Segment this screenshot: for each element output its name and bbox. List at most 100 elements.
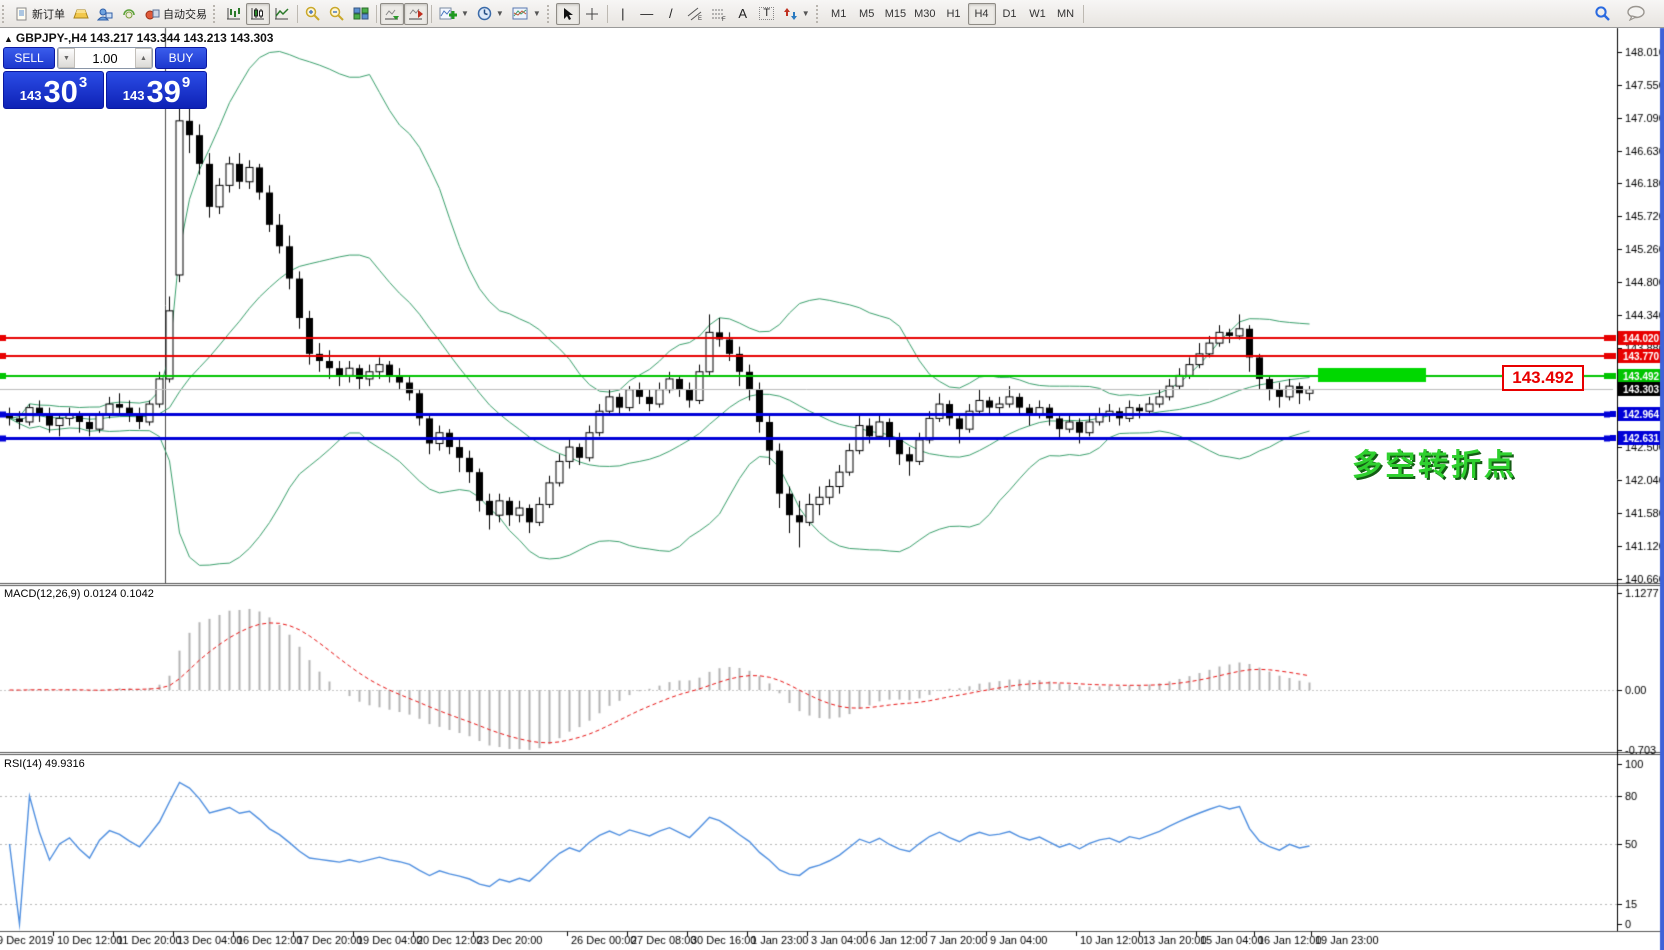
- one-click-trading-panel: SELL ▼ 1.00 ▲ BUY 143303 143399: [3, 47, 207, 109]
- new-order-icon: [15, 7, 29, 21]
- text-tool-icon: A: [738, 7, 747, 20]
- toolbar-right-icons: [1590, 2, 1650, 24]
- toolbar-separator: [1083, 5, 1084, 23]
- sell-price-sup: 3: [79, 74, 87, 91]
- text-tool-button[interactable]: A: [731, 3, 755, 25]
- tf-button-D1[interactable]: D1: [996, 3, 1024, 25]
- toolbar-grip: [213, 5, 220, 23]
- svg-text:F: F: [722, 17, 726, 21]
- periods-button[interactable]: ▼: [473, 3, 508, 25]
- chat-button[interactable]: [1623, 2, 1650, 24]
- vertical-line-tool-button[interactable]: |: [611, 3, 635, 25]
- toolbar-separator: [376, 5, 377, 23]
- collapse-triangle-icon[interactable]: ▲: [4, 34, 13, 44]
- market-button[interactable]: [69, 3, 93, 25]
- tf-button-M30[interactable]: M30: [910, 3, 939, 25]
- chart-shift-button[interactable]: [404, 3, 428, 25]
- dropdown-arrow-icon: ▼: [461, 9, 469, 18]
- tf-button-M5[interactable]: M5: [853, 3, 881, 25]
- line-chart-button[interactable]: [270, 3, 294, 25]
- new-order-button[interactable]: 新订单: [11, 3, 69, 25]
- chart-shift-icon: [408, 6, 424, 21]
- tile-windows-icon: [353, 6, 369, 21]
- add-indicator-button[interactable]: ▼: [435, 3, 473, 25]
- signal-button[interactable]: [117, 3, 141, 25]
- zoom-out-icon: [329, 6, 345, 21]
- clock-icon: [477, 6, 492, 21]
- signal-icon: [121, 7, 137, 21]
- arrows-icon: [783, 7, 798, 21]
- profile-button[interactable]: [93, 3, 117, 25]
- dropdown-arrow-icon: ▼: [496, 9, 504, 18]
- candlestick-chart-button[interactable]: [246, 3, 270, 25]
- cursor-tool-button[interactable]: [556, 3, 580, 25]
- add-indicator-icon: [439, 6, 457, 21]
- zoom-out-button[interactable]: [325, 3, 349, 25]
- fibonacci-tool-button[interactable]: F: [707, 3, 731, 25]
- buy-price-display[interactable]: 143399: [106, 71, 207, 109]
- chat-bubble-icon: [1627, 5, 1646, 21]
- tf-button-MN[interactable]: MN: [1052, 3, 1080, 25]
- tf-button-M1[interactable]: M1: [825, 3, 853, 25]
- toolbar-grip: [816, 5, 823, 23]
- buy-button[interactable]: BUY: [155, 47, 207, 69]
- tf-button-H1[interactable]: H1: [940, 3, 968, 25]
- candlestick-chart-icon: [250, 6, 266, 21]
- auto-scroll-icon: [384, 6, 400, 21]
- volume-input[interactable]: 1.00: [75, 48, 135, 68]
- text-label-tool-button[interactable]: T: [755, 3, 779, 25]
- symbol-info: ▲GBPJPY-,H4 143.217 143.344 143.213 143.…: [4, 31, 273, 45]
- sell-price-prefix: 143: [20, 88, 42, 103]
- auto-trading-button[interactable]: 自动交易: [141, 3, 211, 25]
- price-annotation-box[interactable]: 143.492: [1502, 365, 1584, 391]
- channel-tool-button[interactable]: E: [683, 3, 707, 25]
- search-button[interactable]: [1590, 2, 1615, 24]
- channel-icon: E: [687, 7, 703, 21]
- volume-stepper: ▼ 1.00 ▲: [57, 47, 153, 69]
- auto-scroll-button[interactable]: [380, 3, 404, 25]
- tf-button-H4[interactable]: H4: [968, 3, 996, 25]
- dropdown-arrow-icon: ▼: [533, 9, 541, 18]
- rsi-indicator-label: RSI(14) 49.9316: [4, 758, 85, 770]
- crosshair-icon: [585, 7, 599, 21]
- trendline-tool-button[interactable]: /: [659, 3, 683, 25]
- mt4-window: 新订单 自动交易: [0, 0, 1664, 950]
- cjk-annotation-text[interactable]: 多空转折点: [1352, 440, 1517, 484]
- toolbar-separator: [297, 5, 298, 23]
- templates-button[interactable]: ▼: [508, 3, 545, 25]
- zoom-in-button[interactable]: [301, 3, 325, 25]
- tile-windows-button[interactable]: [349, 3, 373, 25]
- buy-price-sup: 9: [182, 74, 190, 91]
- bar-chart-icon: [226, 6, 242, 21]
- toolbar-separator: [431, 5, 432, 23]
- volume-decrease-button[interactable]: ▼: [58, 48, 75, 68]
- sell-button[interactable]: SELL: [3, 47, 55, 69]
- horizontal-line-tool-button[interactable]: —: [635, 3, 659, 25]
- fibonacci-icon: F: [711, 7, 727, 21]
- auto-trading-label: 自动交易: [163, 6, 207, 22]
- horizontal-line-icon: —: [640, 7, 653, 20]
- trendline-icon: /: [669, 7, 673, 20]
- toolbar-grip: [2, 5, 9, 23]
- new-order-label: 新订单: [32, 6, 65, 22]
- vertical-line-icon: |: [621, 7, 624, 20]
- tf-button-W1[interactable]: W1: [1024, 3, 1052, 25]
- gold-ingot-icon: [73, 7, 89, 21]
- tf-button-M15[interactable]: M15: [881, 3, 910, 25]
- volume-increase-button[interactable]: ▲: [135, 48, 152, 68]
- auto-trading-icon: [145, 7, 160, 21]
- buy-price-big: 39: [146, 77, 180, 107]
- template-icon: [512, 6, 529, 21]
- arrows-tool-button[interactable]: ▼: [779, 3, 814, 25]
- dropdown-arrow-icon: ▼: [802, 9, 810, 18]
- bar-chart-button[interactable]: [222, 3, 246, 25]
- sell-price-big: 30: [43, 77, 77, 107]
- crosshair-tool-button[interactable]: [580, 3, 604, 25]
- symbol-ohlc-text: GBPJPY-,H4 143.217 143.344 143.213 143.3…: [16, 31, 274, 45]
- timeframe-toolbar: M1M5M15M30H1H4D1W1MN: [825, 3, 1080, 25]
- sell-price-display[interactable]: 143303: [3, 71, 104, 109]
- search-icon: [1594, 5, 1611, 22]
- toolbar-separator: [607, 5, 608, 23]
- toolbar-grip: [547, 5, 554, 23]
- text-label-icon: T: [759, 7, 774, 20]
